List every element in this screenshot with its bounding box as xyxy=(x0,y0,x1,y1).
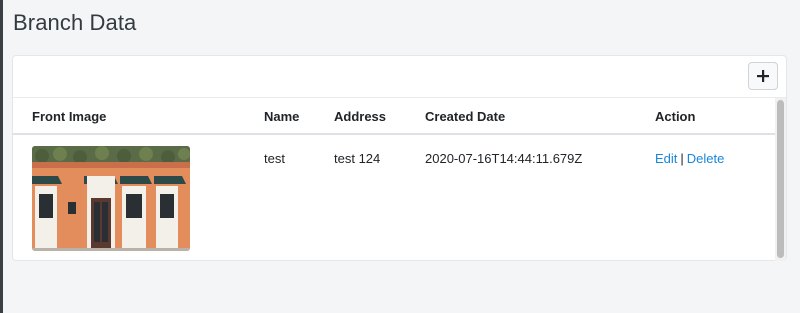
left-edge-strip xyxy=(0,0,3,313)
scrollbar-thumb[interactable] xyxy=(777,100,784,258)
cell-action: Edit | Delete xyxy=(655,151,724,166)
cell-address: test 124 xyxy=(334,151,381,166)
table-header: Front Image Name Address Created Date Ac… xyxy=(13,98,775,135)
branch-table: Front Image Name Address Created Date Ac… xyxy=(13,98,775,261)
edit-link[interactable]: Edit xyxy=(655,151,677,166)
plus-icon xyxy=(757,70,769,82)
storefront-image xyxy=(32,146,190,251)
delete-link[interactable]: Delete xyxy=(687,151,725,166)
column-header-address: Address xyxy=(334,109,387,124)
column-header-name: Name xyxy=(264,109,300,124)
column-header-created-date: Created Date xyxy=(425,109,506,124)
cell-name: test xyxy=(264,151,285,166)
action-separator: | xyxy=(680,151,684,166)
table-scrollbar[interactable] xyxy=(775,98,786,261)
card-toolbar xyxy=(13,56,786,98)
cell-created-date: 2020-07-16T14:44:11.679Z xyxy=(425,151,583,166)
column-header-front-image: Front Image xyxy=(32,109,107,124)
branch-data-card: Front Image Name Address Created Date Ac… xyxy=(12,55,787,261)
add-branch-button[interactable] xyxy=(748,62,778,90)
front-image-thumbnail xyxy=(32,146,190,251)
column-header-action: Action xyxy=(655,109,696,124)
page-title: Branch Data xyxy=(13,10,137,35)
